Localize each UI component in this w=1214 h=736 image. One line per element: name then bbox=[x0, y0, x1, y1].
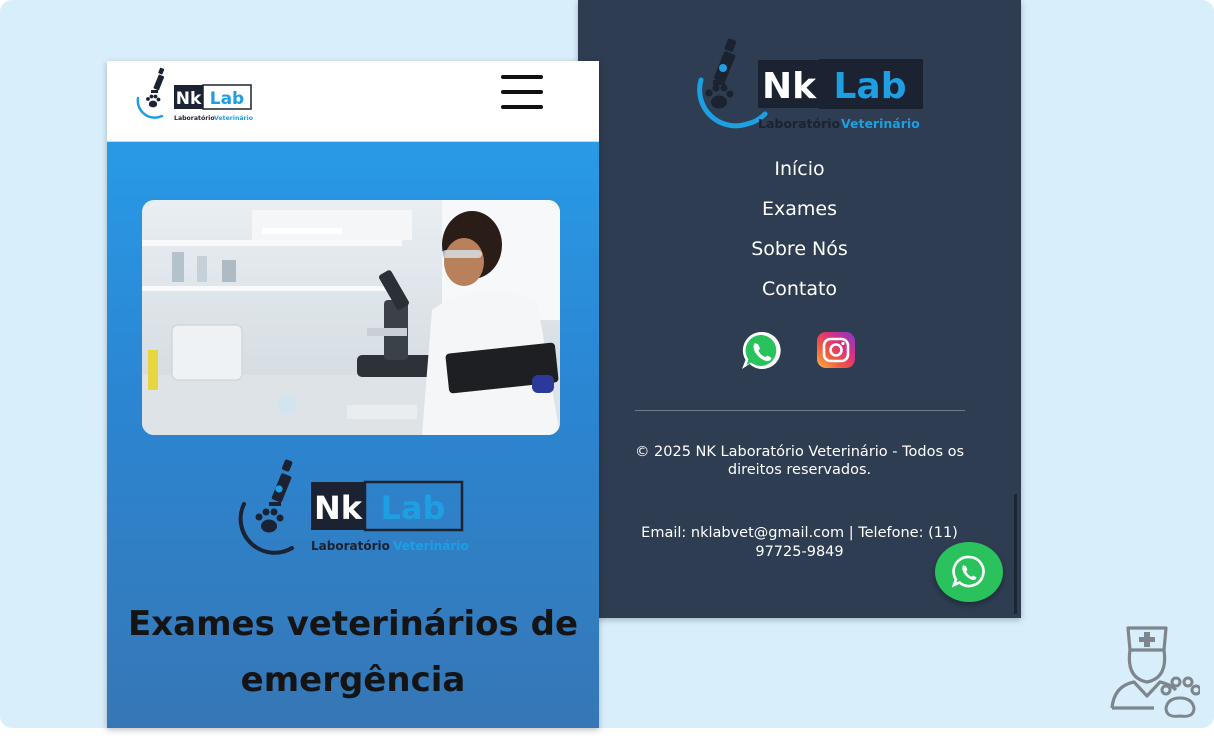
whatsapp-float-button[interactable] bbox=[935, 542, 1003, 602]
scientist-microscope-photo bbox=[142, 200, 560, 435]
footer-nav-sobre-nos[interactable]: Sobre Nós bbox=[578, 234, 1021, 274]
svg-text:Veterinário: Veterinário bbox=[214, 114, 253, 122]
footer-nav: Início Exames Sobre Nós Contato bbox=[578, 154, 1021, 314]
svg-text:Nk: Nk bbox=[314, 489, 363, 527]
microscope-icon bbox=[151, 67, 165, 93]
svg-text:Laboratório: Laboratório bbox=[311, 539, 390, 553]
footer-divider bbox=[635, 410, 965, 411]
mobile-header: Nk Lab Laboratório Veterinário bbox=[107, 61, 599, 142]
whatsapp-float-icon bbox=[951, 555, 985, 588]
copyright-text: © 2025 NK Laboratório Veterinário - Todo… bbox=[634, 444, 965, 478]
svg-text:Lab: Lab bbox=[210, 89, 244, 109]
microscope-icon bbox=[269, 459, 293, 506]
svg-text:Nk: Nk bbox=[762, 66, 817, 107]
svg-text:Lab: Lab bbox=[833, 66, 906, 107]
microscope-icon bbox=[713, 38, 737, 85]
footer-screenshot: Nk Lab Laboratório Veterinário Início Ex… bbox=[578, 0, 1021, 618]
contact-info: Email: nklabvet@gmail.com | Telefone: (1… bbox=[641, 525, 958, 560]
svg-text:Lab: Lab bbox=[381, 489, 446, 527]
veterinarian-paw-icon bbox=[1110, 626, 1200, 718]
whatsapp-icon[interactable] bbox=[740, 331, 784, 371]
footer-nklab-logo[interactable]: Nk Lab Laboratório Veterinário bbox=[673, 36, 933, 134]
hero-nklab-logo: Nk Lab Laboratório Veterinário bbox=[238, 459, 469, 555]
instagram-icon[interactable] bbox=[816, 331, 856, 371]
scrollbar-thumb[interactable] bbox=[1014, 494, 1017, 614]
mobile-screenshot: Nk Lab Laboratório Veterinário Nk Lab La… bbox=[107, 61, 599, 728]
hamburger-menu-icon[interactable] bbox=[497, 75, 547, 117]
svg-text:Laboratório: Laboratório bbox=[758, 116, 841, 131]
svg-text:Veterinário: Veterinário bbox=[841, 116, 920, 131]
footer-nav-contato[interactable]: Contato bbox=[578, 274, 1021, 314]
svg-text:Veterinário: Veterinário bbox=[393, 539, 469, 553]
header-nklab-logo[interactable]: Nk Lab Laboratório Veterinário bbox=[134, 66, 256, 122]
paw-icon bbox=[705, 84, 734, 109]
footer-nav-exames[interactable]: Exames bbox=[578, 194, 1021, 234]
paw-icon bbox=[255, 508, 284, 533]
hero-title: Exames veterinários de emergência bbox=[127, 604, 579, 700]
svg-text:Nk: Nk bbox=[176, 89, 202, 109]
paw-icon bbox=[146, 94, 161, 108]
svg-text:Laboratório: Laboratório bbox=[174, 114, 215, 122]
footer-nav-inicio[interactable]: Início bbox=[578, 154, 1021, 194]
